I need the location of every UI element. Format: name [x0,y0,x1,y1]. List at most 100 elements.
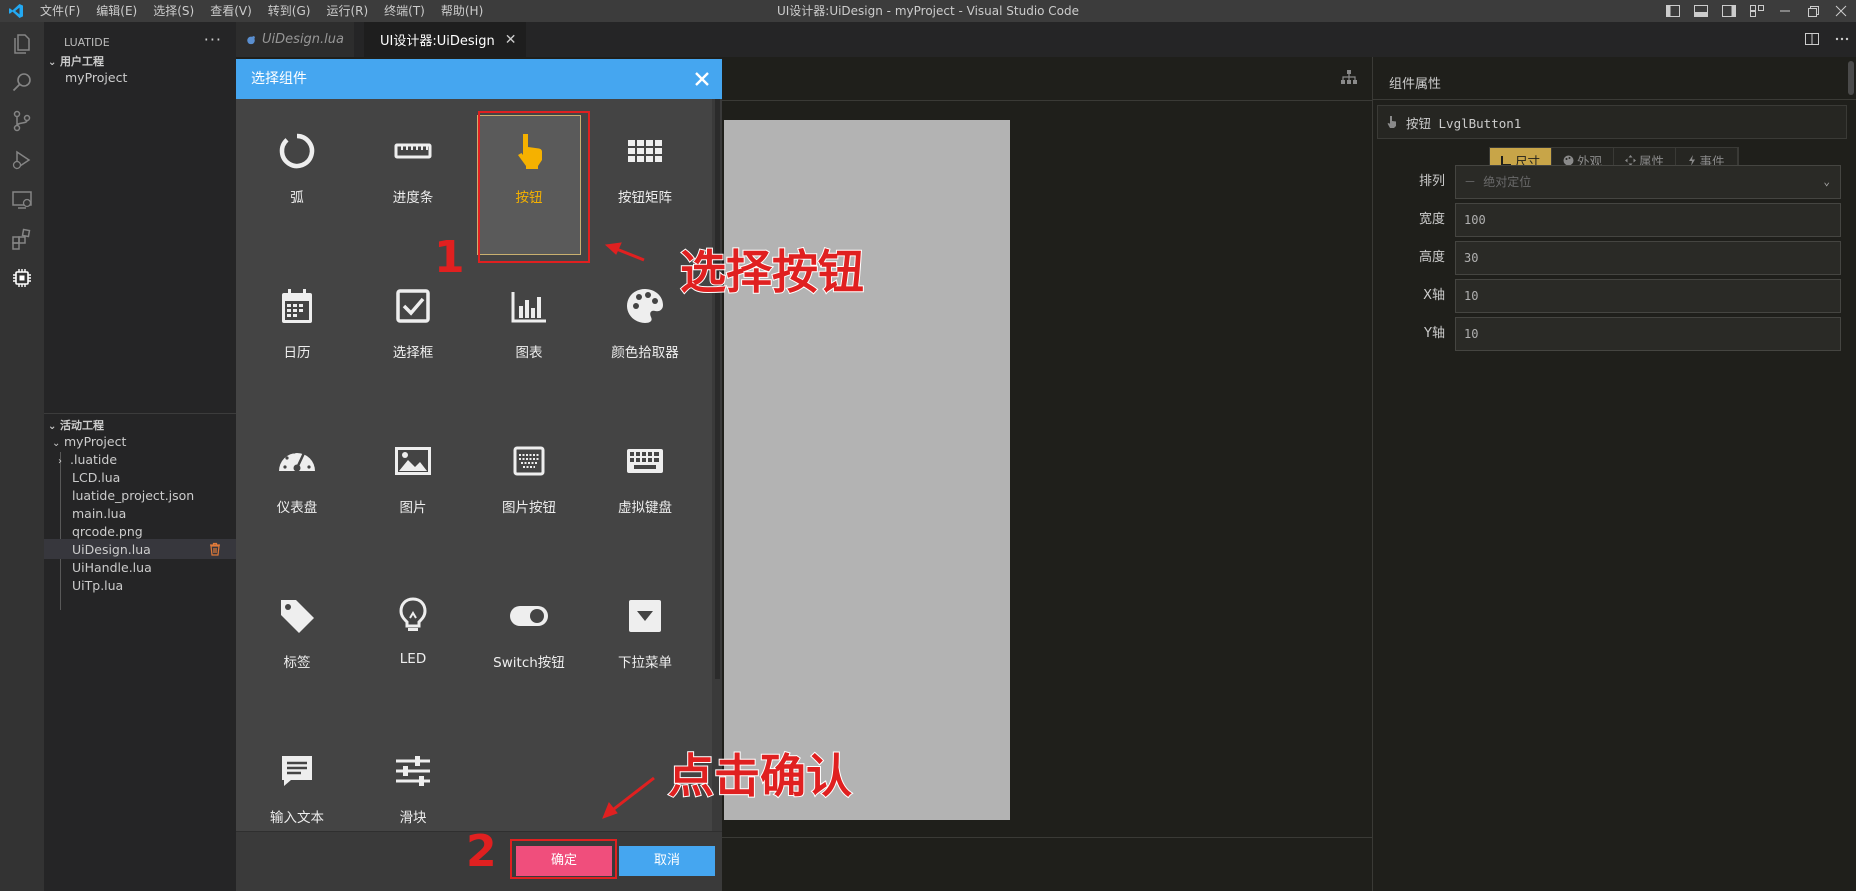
properties-scrollbar[interactable] [1848,61,1854,95]
hand-pointer-icon [1387,116,1396,128]
component-switch[interactable]: Switch按钮 [471,564,587,714]
tree-indent-guide [60,452,61,610]
annotation-step-1: 1 [434,232,465,283]
prop-label: Y轴 [1424,326,1445,341]
user-project-item[interactable]: myProject [65,70,127,85]
menu-terminal[interactable]: 终端(T) [376,0,433,22]
prop-row-x: X轴 10 [1381,279,1851,317]
restore-icon[interactable] [1806,5,1820,17]
toggle-panel-icon[interactable] [1694,5,1708,17]
checkbox-icon [396,289,430,323]
component-tag[interactable]: 标签 [239,564,355,714]
split-editor-icon[interactable] [1804,31,1820,47]
arc-icon [279,133,315,169]
switch-icon [510,606,548,626]
search-icon[interactable] [10,70,34,94]
component-label: 弧 [290,190,304,206]
cancel-button[interactable]: 取消 [619,846,715,876]
component-text-input[interactable]: 输入文本 [239,719,355,831]
files-icon[interactable] [10,32,34,56]
width-input[interactable]: 100 [1455,203,1841,237]
menu-edit[interactable]: 编辑(E) [88,0,145,22]
y-input[interactable]: 10 [1455,317,1841,351]
component-label: 下拉菜单 [618,655,672,671]
menu-bar: 文件(F) 编辑(E) 选择(S) 查看(V) 转到(G) 运行(R) 终端(T… [32,0,491,22]
run-debug-icon[interactable] [10,148,34,172]
active-project-section[interactable]: ⌄ 活动工程 [48,417,104,433]
component-arc[interactable]: 弧 [239,99,355,249]
component-dropdown[interactable]: 下拉菜单 [587,564,703,714]
source-control-icon[interactable] [10,109,34,133]
menu-view[interactable]: 查看(V) [202,0,260,22]
title-controls [1666,0,1848,22]
remote-explorer-icon[interactable] [10,188,34,212]
active-project-folder[interactable]: ⌄ myProject [52,434,126,449]
menu-file[interactable]: 文件(F) [32,0,88,22]
close-icon[interactable]: ✕ [505,32,517,48]
dialog-scroll-thumb[interactable] [715,99,720,679]
height-input[interactable]: 30 [1455,241,1841,275]
chevron-down-icon: ⌄ [48,421,57,432]
component-image[interactable]: 图片 [355,409,471,559]
component-calendar[interactable]: 日历 [239,254,355,404]
file-item[interactable]: UiTp.lua [72,578,123,593]
sidebar-more-actions[interactable]: ··· [204,30,222,49]
vscode-logo-icon[interactable] [8,3,24,19]
component-slider[interactable]: 滑块 [355,719,471,831]
file-item[interactable]: main.lua [72,506,126,521]
close-window-icon[interactable] [1834,5,1848,17]
prop-row-align: 排列 － 绝对定位 ⌄ [1381,165,1851,203]
file-item[interactable]: luatide_project.json [72,488,194,503]
menu-selection[interactable]: 选择(S) [145,0,202,22]
tab-label: UI设计器:UiDesign [380,34,495,49]
tag-icon [281,600,314,633]
tab-label: UiDesign.lua [262,32,344,47]
x-input[interactable]: 10 [1455,279,1841,313]
menu-help[interactable]: 帮助(H) [433,0,491,22]
component-image-button[interactable]: 图片按钮 [471,409,587,559]
component-virtual-keyboard[interactable]: 虚拟键盘 [587,409,703,559]
close-icon[interactable] [692,69,712,89]
hierarchy-icon[interactable] [1340,69,1358,85]
image-button-icon [513,446,545,476]
menu-go[interactable]: 转到(G) [260,0,319,22]
luatide-chip-icon[interactable] [10,266,34,290]
trash-icon[interactable] [208,542,222,556]
file-item[interactable]: LCD.lua [72,470,120,485]
toggle-sidebar-icon[interactable] [1666,5,1680,17]
dialog-title: 选择组件 [251,71,307,87]
component-label: 选择框 [392,345,434,361]
text-input-icon [282,756,312,786]
file-item[interactable]: UiHandle.lua [72,560,152,575]
file-item[interactable]: qrcode.png [72,524,143,539]
component-button-matrix[interactable]: 按钮矩阵 [587,99,703,249]
annotation-highlight-ok [510,839,617,879]
component-label: 进度条 [392,190,434,206]
sidebar-title: LUATIDE [64,36,110,49]
annotation-step-2: 2 [466,826,497,877]
file-item-selected[interactable]: UiDesign.lua [72,542,151,557]
component-led[interactable]: LED [355,564,471,714]
toggle-secondary-sidebar-icon[interactable] [1722,5,1736,17]
component-gauge[interactable]: 仪表盘 [239,409,355,559]
chevron-down-icon: ⌄ [52,438,61,449]
active-project-label: myProject [64,434,127,449]
menu-run[interactable]: 运行(R) [318,0,376,22]
extensions-icon[interactable] [10,227,34,251]
component-progress-bar[interactable]: 进度条 [355,99,471,249]
align-select[interactable]: － 绝对定位 ⌄ [1455,165,1841,199]
file-item-luatide-folder[interactable]: › .luatide [58,452,117,467]
component-list: 弧 进度条 按钮 按钮矩阵 日历 选择框 图表 颜色拾取器 仪表盘 图片 图片按… [236,99,712,831]
tab-ui-designer[interactable]: UI设计器:UiDesign ✕ [364,22,526,57]
prop-row-height: 高度 30 [1381,241,1851,279]
component-chart[interactable]: 图表 [471,254,587,404]
tab-uidesign-lua[interactable]: UiDesign.lua [236,22,354,57]
customize-layout-icon[interactable] [1750,5,1764,17]
component-label: 滑块 [399,810,427,826]
minimize-icon[interactable] [1778,5,1792,17]
user-project-section[interactable]: ⌄ 用户工程 [48,53,104,69]
slider-icon [396,756,430,786]
more-actions-icon[interactable] [1834,31,1850,47]
design-canvas[interactable] [724,120,1010,820]
prop-label: X轴 [1423,288,1445,303]
